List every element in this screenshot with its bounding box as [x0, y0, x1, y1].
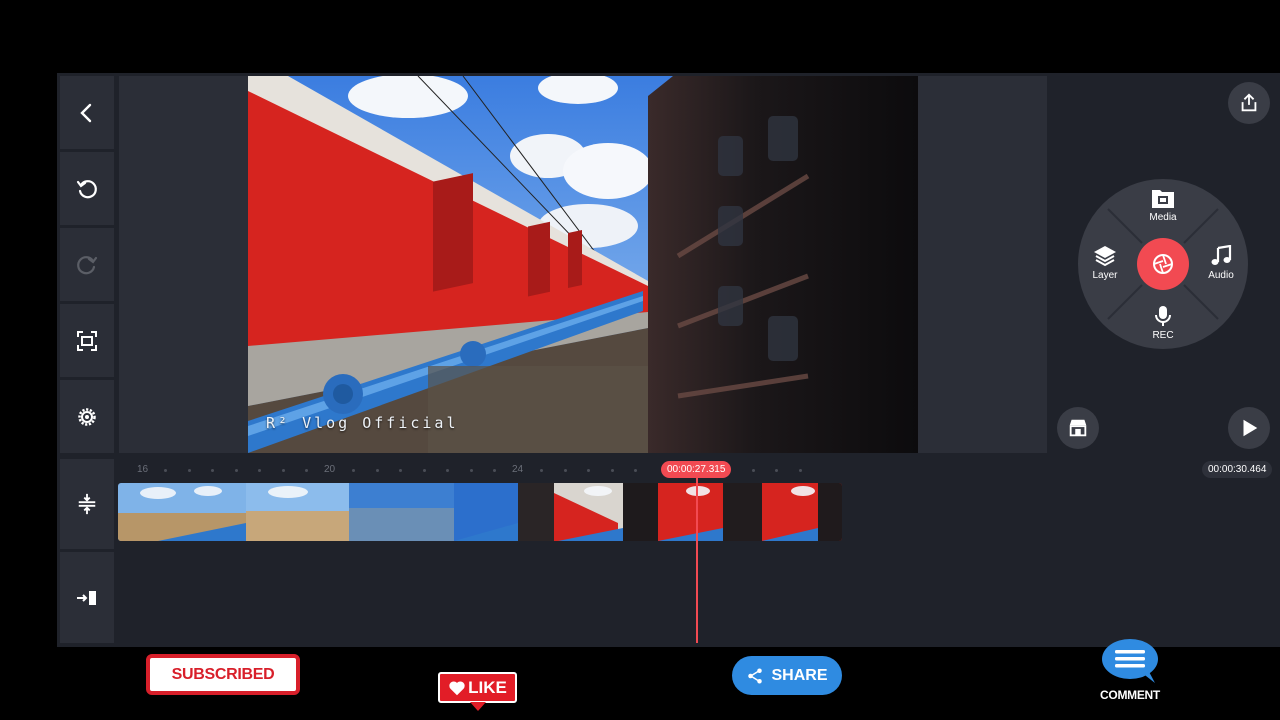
share-icon: [748, 668, 763, 683]
media-folder-icon: [1152, 190, 1174, 208]
ruler-dot: [798, 469, 802, 472]
expand-vertical-icon: [78, 493, 96, 515]
media-wheel: Media Layer Audio REC: [1078, 179, 1248, 349]
ruler-dot: [211, 469, 214, 472]
play-button[interactable]: [1228, 407, 1270, 449]
video-editor-app: R² Vlog Official Media Layer Audio REC 1…: [0, 0, 1280, 720]
timeline-tools: [60, 459, 114, 643]
ruler-label-24: 24: [512, 464, 524, 475]
ruler-label-20: 20: [324, 464, 336, 475]
like-pointer: [470, 702, 486, 711]
current-time-badge: 00:00:27.315: [661, 461, 732, 478]
store-icon: [1069, 419, 1087, 437]
jump-end-icon: [77, 590, 96, 605]
comment-label[interactable]: COMMENT: [1086, 688, 1174, 702]
ruler-label-16: 16: [137, 464, 149, 475]
back-button[interactable]: [60, 76, 114, 149]
undo-button[interactable]: [60, 152, 114, 225]
redo-icon: [77, 255, 98, 274]
share-button[interactable]: SHARE: [732, 656, 842, 695]
back-arrow-icon: [80, 103, 92, 122]
gear-icon: [78, 407, 96, 426]
ruler-dot: [587, 469, 590, 472]
ruler-dot: [493, 469, 496, 472]
ruler-dot: [634, 469, 637, 472]
ruler-dot: [258, 469, 261, 472]
layer-button[interactable]: Layer: [1090, 245, 1120, 281]
expand-timeline-button[interactable]: [60, 459, 114, 549]
ruler-dot: [399, 469, 402, 472]
subscribed-button[interactable]: SUBSCRIBED: [146, 654, 300, 695]
ruler-dot: [234, 469, 238, 472]
ruler-dot: [540, 469, 543, 472]
media-button[interactable]: Media: [1148, 187, 1178, 223]
rec-label: REC: [1152, 330, 1174, 341]
settings-button[interactable]: [60, 380, 114, 453]
share-label: SHARE: [771, 666, 828, 684]
video-clip-track[interactable]: [118, 483, 842, 541]
ruler-dot: [281, 469, 285, 472]
ruler-dot: [375, 469, 379, 472]
ruler-dot: [775, 469, 778, 472]
music-note-icon: [1211, 245, 1232, 265]
heart-icon: [449, 680, 465, 695]
total-time-badge: 00:00:30.464: [1202, 461, 1273, 478]
asset-store-button[interactable]: [1057, 407, 1099, 449]
clip-thumbnails: [118, 483, 842, 541]
ruler-dot: [305, 469, 308, 472]
rec-button[interactable]: REC: [1148, 305, 1178, 341]
like-label: LIKE: [468, 677, 507, 697]
playhead[interactable]: [696, 478, 698, 643]
layers-icon: [1094, 246, 1116, 267]
ruler-dot: [469, 469, 473, 472]
left-toolbar: [60, 76, 114, 453]
layer-label: Layer: [1092, 270, 1118, 281]
train-video-frame: [248, 76, 918, 453]
capture-frame-icon: [77, 330, 97, 351]
media-label: Media: [1149, 212, 1177, 223]
undo-icon: [76, 179, 97, 198]
capture-button[interactable]: [1137, 238, 1189, 290]
jump-to-end-button[interactable]: [60, 552, 114, 643]
ruler-dot: [422, 469, 426, 472]
microphone-icon: [1155, 306, 1171, 326]
share-export-icon: [1241, 93, 1257, 112]
screenshot-button[interactable]: [60, 304, 114, 377]
ruler-dot: [751, 469, 755, 472]
video-preview[interactable]: R² Vlog Official: [248, 76, 918, 453]
ruler-dot: [610, 469, 614, 472]
audio-button[interactable]: Audio: [1206, 245, 1236, 281]
comment-bubble-icon[interactable]: [1101, 638, 1159, 684]
export-button[interactable]: [1228, 82, 1270, 124]
redo-button[interactable]: [60, 228, 114, 301]
camera-shutter-icon: [1153, 254, 1173, 274]
timeline[interactable]: 16 20 24 00:00:27.315 00:00:30.464: [117, 459, 1280, 643]
watermark-text: R² Vlog Official: [266, 414, 459, 432]
ruler-dot: [446, 469, 449, 472]
play-icon: [1243, 419, 1258, 437]
ruler-dot: [164, 469, 167, 472]
ruler-dot: [187, 469, 191, 472]
like-button[interactable]: LIKE: [438, 672, 517, 703]
audio-label: Audio: [1208, 270, 1234, 281]
ruler-dot: [563, 469, 567, 472]
ruler-dot: [352, 469, 355, 472]
